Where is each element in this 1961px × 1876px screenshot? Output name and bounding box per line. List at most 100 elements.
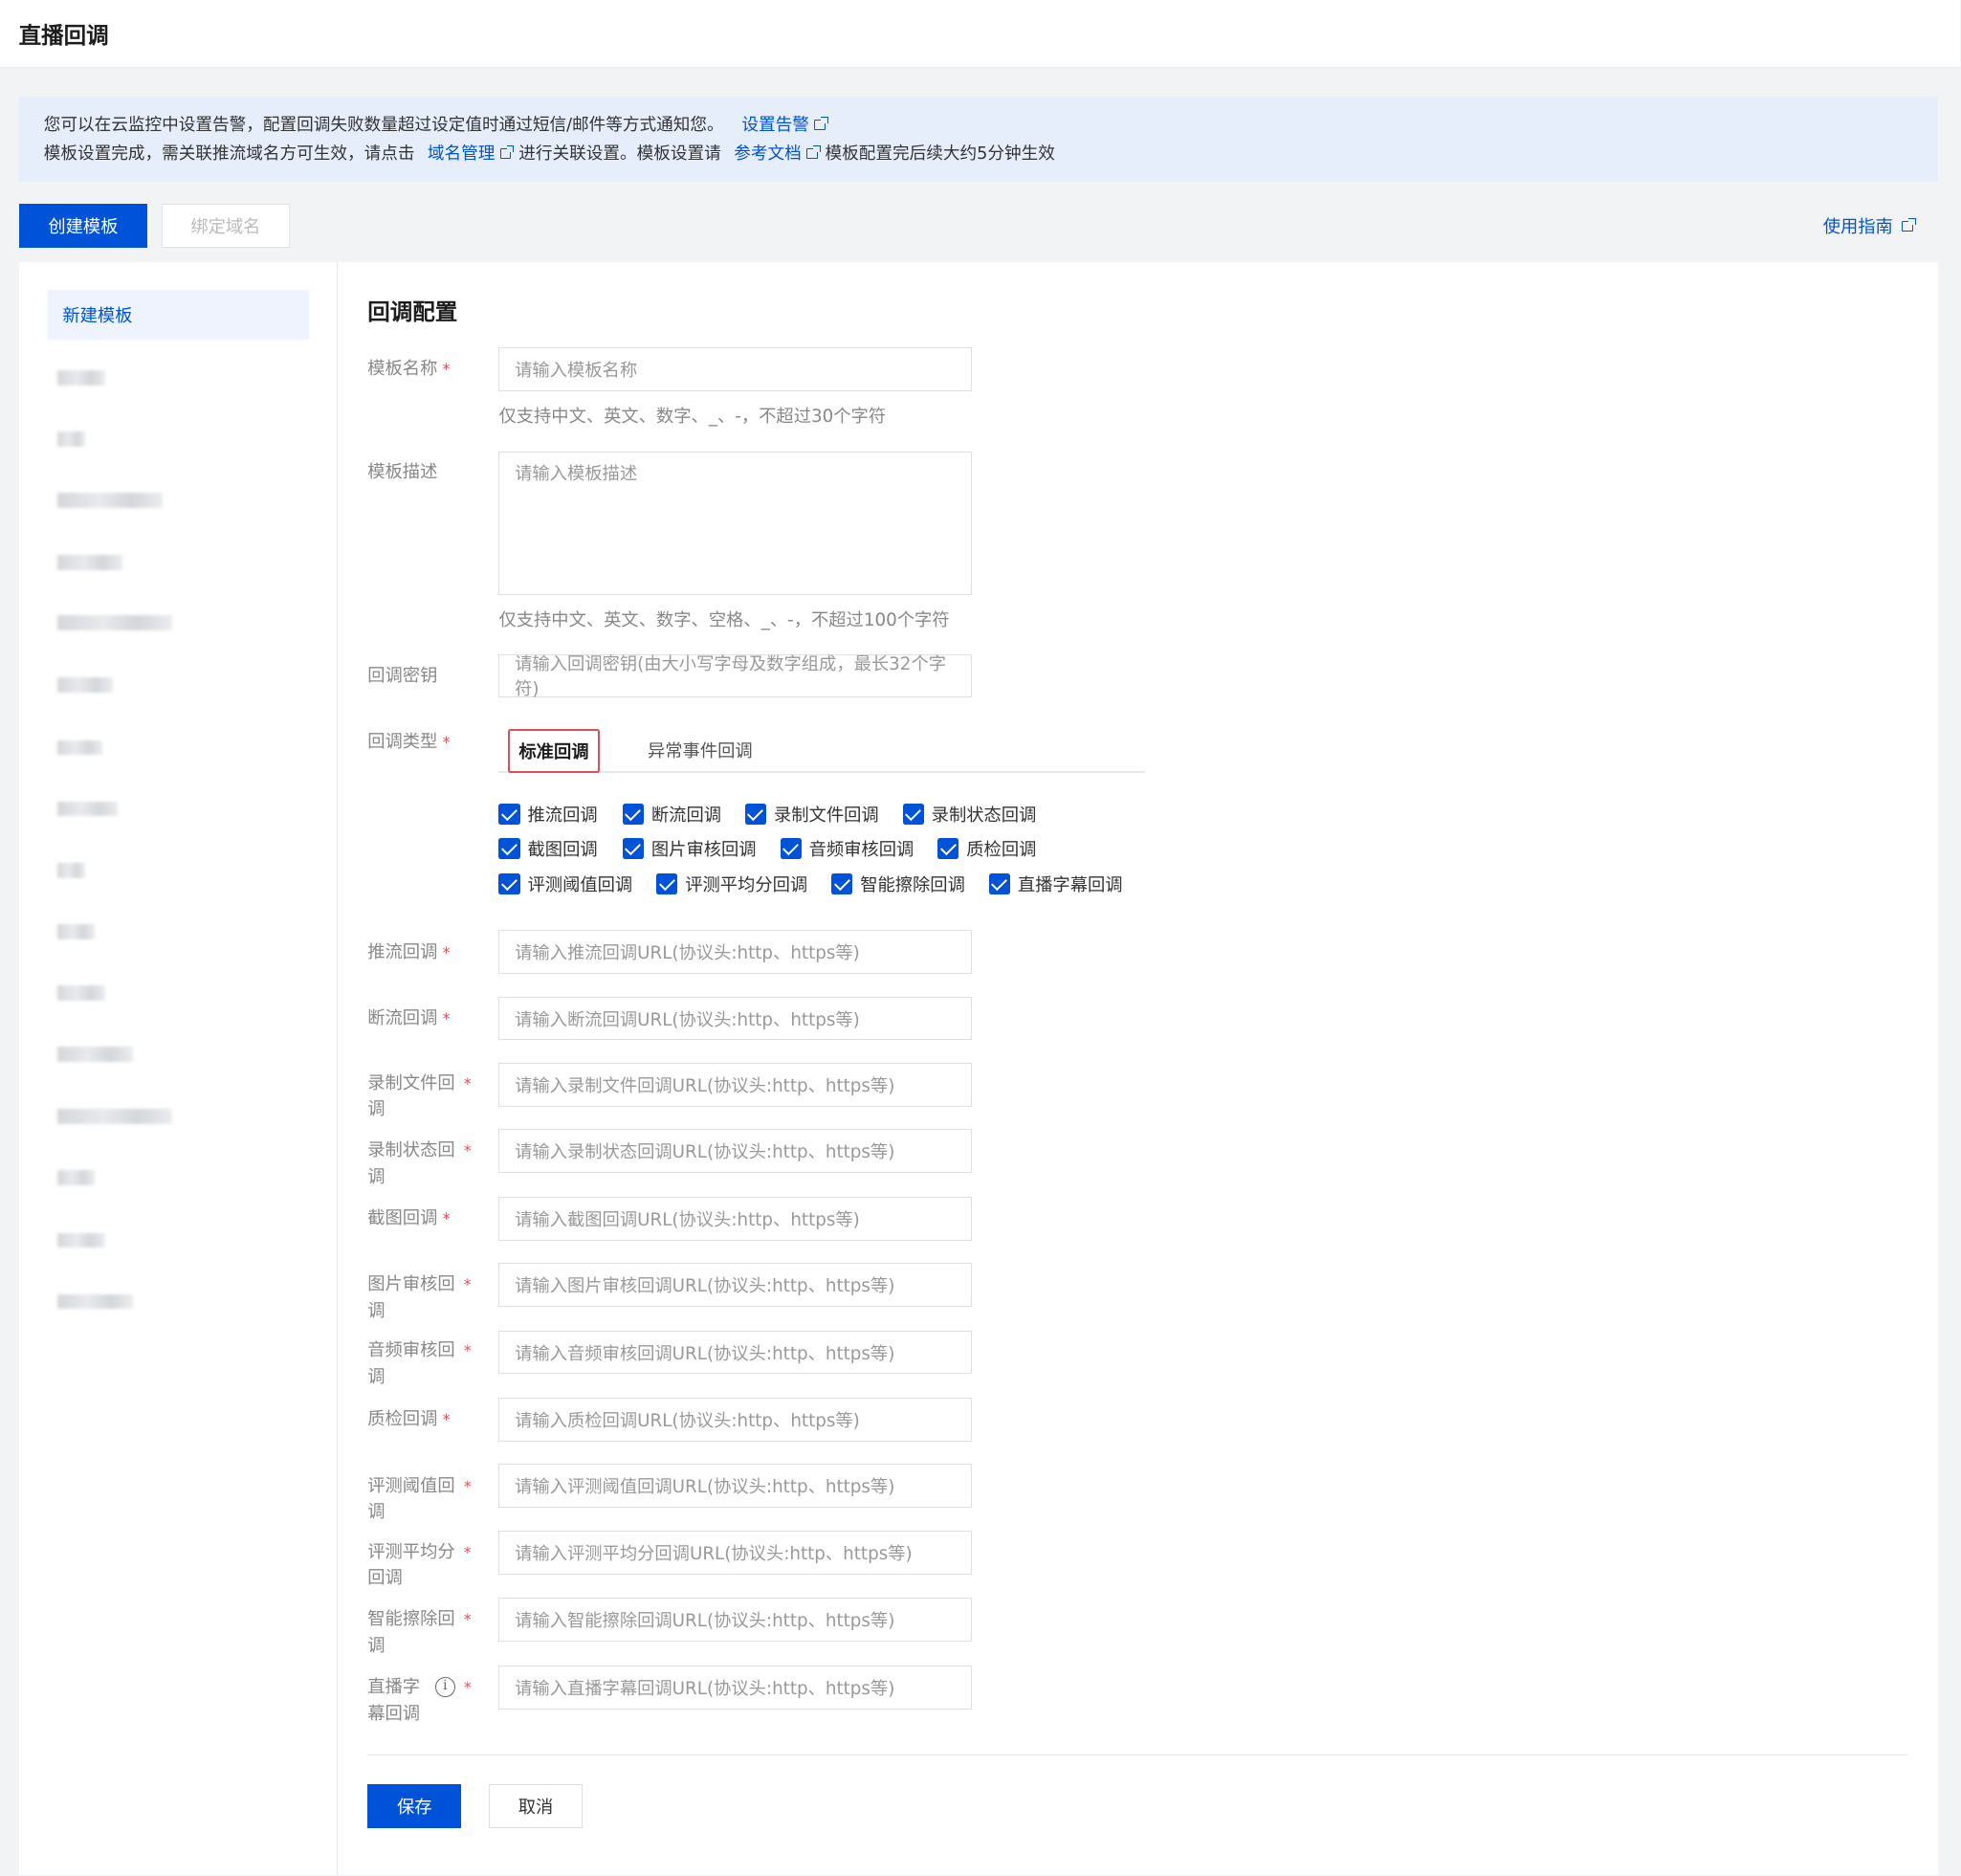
user-guide-link[interactable]: 使用指南 (1823, 213, 1921, 238)
checkbox-label: 直播字幕回调 (1017, 874, 1123, 895)
sidebar-item-blurred[interactable] (57, 1293, 133, 1310)
checkbox-eval-average-callback[interactable]: 评测平均分回调 (656, 872, 807, 896)
sidebar-item-blurred[interactable] (57, 677, 113, 694)
live-subtitle-callback-label: 直播字幕回调 i * (367, 1674, 472, 1727)
checkbox-record-file-callback[interactable]: 录制文件回调 (744, 802, 879, 827)
checkbox-label: 断流回调 (650, 805, 722, 826)
set-alarm-link[interactable]: 设置告警 (741, 116, 809, 135)
checkbox-label: 评测平均分回调 (685, 874, 808, 895)
sidebar-item-new-template[interactable]: 新建模板 (47, 290, 309, 341)
callback-secret-label: 回调密钥 (367, 665, 438, 686)
checkbox-stop-callback[interactable]: 断流回调 (622, 802, 722, 827)
sidebar-item-blurred[interactable] (57, 984, 105, 1001)
checkbox-label: 录制文件回调 (774, 805, 879, 826)
checkbox-checked-icon (498, 872, 520, 895)
checkbox-label: 智能擦除回调 (860, 874, 965, 895)
external-link-icon (814, 116, 828, 131)
required-mark: * (463, 1542, 472, 1561)
smart-erase-callback-label: 智能擦除回调 * (367, 1606, 471, 1659)
required-mark: * (463, 1341, 472, 1360)
template-desc-textarea[interactable]: 请输入模板描述 (498, 451, 972, 596)
checkbox-image-audit-callback[interactable]: 图片审核回调 (622, 836, 757, 861)
form-title: 回调配置 (367, 298, 458, 326)
checkbox-snapshot-callback[interactable]: 截图回调 (498, 836, 598, 861)
checkbox-quality-check-callback[interactable]: 质检回调 (937, 836, 1036, 861)
reference-doc-link[interactable]: 参考文档 (734, 144, 802, 164)
checkbox-smart-erase-callback[interactable]: 智能擦除回调 (831, 872, 965, 896)
checkbox-eval-threshold-callback[interactable]: 评测阈值回调 (498, 872, 632, 896)
eval-average-callback-label: 评测平均分回调 * (367, 1539, 471, 1592)
template-name-input[interactable]: 请输入模板名称 (498, 347, 972, 392)
checkbox-record-status-callback[interactable]: 录制状态回调 (902, 802, 1036, 827)
external-link-icon (1901, 217, 1916, 232)
eval-threshold-callback-input[interactable]: 请输入评测阈值回调URL(协议头:http、https等) (498, 1464, 972, 1509)
sidebar-item-blurred[interactable] (57, 923, 96, 939)
field-label-text: 断流回调 (367, 1007, 438, 1028)
checkbox-live-subtitle-callback[interactable]: 直播字幕回调 (988, 872, 1123, 896)
tab-abnormal-event-callback[interactable]: 异常事件回调 (648, 738, 753, 762)
sidebar-item-blurred[interactable] (57, 369, 105, 386)
checkbox-checked-icon (656, 872, 678, 895)
record-status-callback-input[interactable]: 请输入录制状态回调URL(协议头:http、https等) (498, 1129, 972, 1173)
image-audit-callback-input[interactable]: 请输入图片审核回调URL(协议头:http、https等) (498, 1263, 972, 1307)
required-mark: * (442, 1008, 451, 1027)
field-label-text: 评测阈值回调 (367, 1475, 455, 1523)
sidebar-item-blurred[interactable] (57, 739, 103, 756)
page-title: 直播回调 (18, 21, 109, 49)
field-label-text: 截图回调 (367, 1207, 438, 1228)
snapshot-callback-input[interactable]: 请输入截图回调URL(协议头:http、https等) (498, 1196, 972, 1241)
sidebar-item-blurred[interactable] (57, 1232, 105, 1248)
required-mark: * (463, 1275, 472, 1294)
checkbox-push-callback[interactable]: 推流回调 (498, 802, 598, 827)
field-label-text: 直播字幕回调 (367, 1677, 421, 1724)
save-button[interactable]: 保存 (367, 1784, 462, 1828)
stop-callback-input[interactable]: 请输入断流回调URL(协议头:http、https等) (498, 996, 972, 1041)
push-callback-label: 推流回调 * (367, 939, 480, 965)
checkbox-label: 评测阈值回调 (527, 874, 633, 895)
checkbox-audio-audit-callback[interactable]: 音频审核回调 (780, 836, 914, 861)
bind-domain-button[interactable]: 绑定域名 (161, 204, 291, 248)
audio-audit-callback-label: 音频审核回调 * (367, 1337, 471, 1390)
smart-erase-callback-input[interactable]: 请输入智能擦除回调URL(协议头:http、https等) (498, 1598, 972, 1643)
cancel-button[interactable]: 取消 (489, 1784, 584, 1828)
stop-callback-label: 断流回调 * (367, 1005, 480, 1031)
checkbox-checked-icon (988, 872, 1011, 895)
checkbox-checked-icon (498, 838, 520, 860)
field-label-text: 智能擦除回调 (367, 1609, 455, 1656)
checkbox-checked-icon (831, 872, 853, 895)
template-desc-hint: 仅支持中文、英文、数字、空格、_、-，不超过100个字符 (498, 609, 950, 630)
info-icon[interactable]: i (434, 1676, 455, 1697)
record-file-callback-input[interactable]: 请输入录制文件回调URL(协议头:http、https等) (498, 1062, 972, 1107)
checkbox-checked-icon (498, 803, 520, 825)
sidebar-item-blurred[interactable] (57, 1046, 133, 1062)
callback-secret-input[interactable]: 请输入回调密钥(由大小写字母及数字组成，最长32个字符) (498, 653, 972, 699)
sidebar-item-blurred[interactable] (57, 862, 85, 878)
checkbox-label: 质检回调 (966, 840, 1037, 861)
tab-standard-callback[interactable]: 标准回调 (507, 728, 601, 773)
sidebar-item-blurred[interactable] (57, 1170, 96, 1186)
domain-manage-link[interactable]: 域名管理 (428, 144, 496, 164)
template-name-label: 模板名称 * (367, 356, 480, 382)
sidebar-item-blurred[interactable] (57, 801, 118, 817)
field-label-text: 图片审核回调 (367, 1274, 455, 1321)
audio-audit-callback-input[interactable]: 请输入音频审核回调URL(协议头:http、https等) (498, 1330, 972, 1375)
sidebar-item-blurred[interactable] (57, 430, 85, 447)
checkbox-checked-icon (622, 803, 645, 825)
record-status-callback-label: 录制状态回调 * (367, 1137, 471, 1190)
field-label-text: 质检回调 (367, 1409, 438, 1430)
template-name-label-text: 模板名称 (367, 359, 438, 380)
create-template-button[interactable]: 创建模板 (18, 204, 148, 248)
quality-check-callback-input[interactable]: 请输入质检回调URL(协议头:http、https等) (498, 1398, 972, 1442)
live-subtitle-callback-input[interactable]: 请输入直播字幕回调URL(协议头:http、https等) (498, 1665, 972, 1710)
page-header: 直播回调 (0, 0, 1961, 68)
sidebar-item-blurred[interactable] (57, 555, 123, 570)
template-sidebar: 新建模板 (19, 262, 338, 1876)
field-label-text: 评测平均分回调 (367, 1541, 455, 1589)
sidebar-item-blurred[interactable] (57, 615, 173, 630)
quality-check-callback-label: 质检回调 * (367, 1406, 480, 1432)
required-mark: * (463, 1610, 472, 1629)
sidebar-item-blurred[interactable] (57, 1109, 173, 1124)
push-callback-input[interactable]: 请输入推流回调URL(协议头:http、https等) (498, 930, 972, 975)
sidebar-item-blurred[interactable] (57, 492, 163, 508)
eval-average-callback-input[interactable]: 请输入评测平均分回调URL(协议头:http、https等) (498, 1530, 972, 1575)
